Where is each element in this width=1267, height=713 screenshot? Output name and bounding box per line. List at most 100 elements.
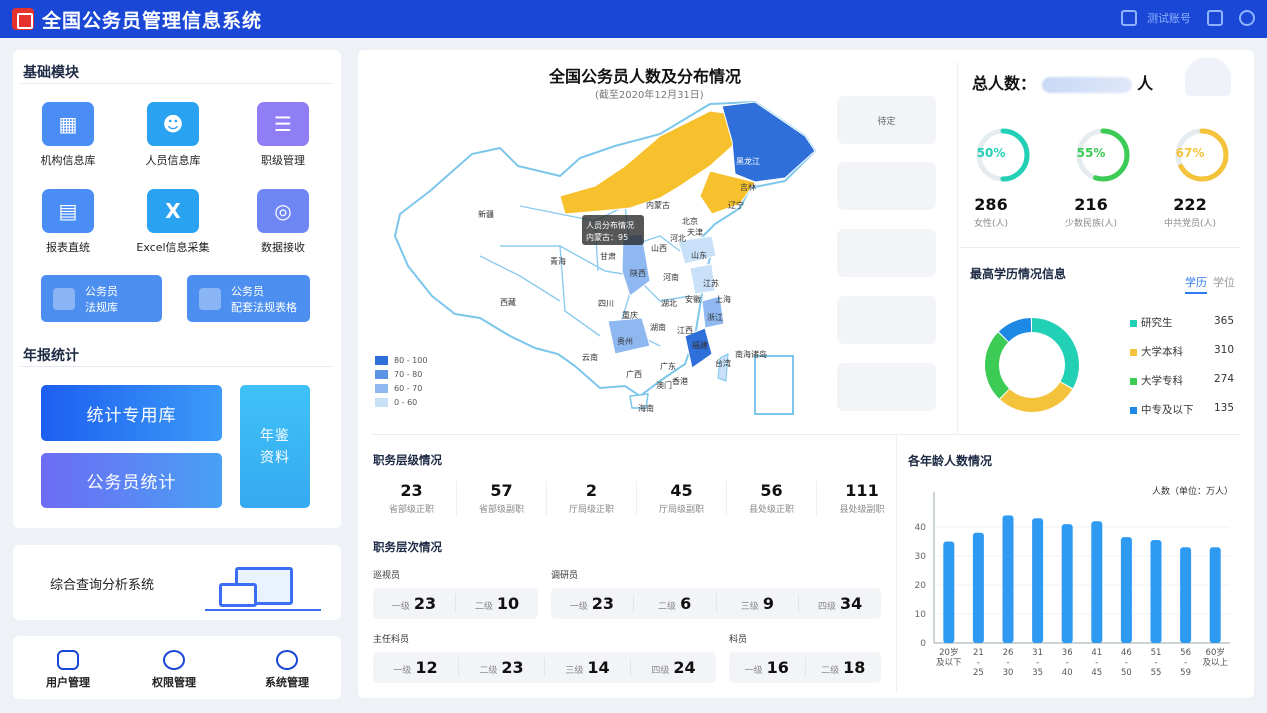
cube-logo-icon <box>12 8 34 30</box>
chip-key: 二级 <box>479 666 498 676</box>
china-map[interactable]: 新疆 西藏 青海 甘肃 内蒙古 黑龙江 吉林 辽宁 北京 天津 河北 山西 山东… <box>360 96 820 431</box>
module-data[interactable]: ◎ 数据接收 <box>238 189 328 255</box>
legend-swatch <box>1130 319 1137 327</box>
ranks-title: 职务层次情况 <box>373 540 442 554</box>
nav-label: 权限管理 <box>152 676 196 689</box>
level-label: 省部级副职 <box>478 505 524 515</box>
module-report[interactable]: ▤ 报表直统 <box>23 189 113 255</box>
nav-label: 用户管理 <box>46 676 90 689</box>
region-label: 台湾 <box>715 358 731 368</box>
basic-module-title: 基础模块 <box>23 65 79 81</box>
donut-segment[interactable] <box>998 318 1032 342</box>
donut-segment[interactable] <box>985 332 1010 399</box>
x-tick-label: 50 <box>1121 668 1132 678</box>
age-bar[interactable] <box>1209 547 1221 643</box>
age-bar[interactable] <box>943 541 955 644</box>
ring-label: 女性(人) <box>973 219 1009 229</box>
yearbook-label: 年鉴资料 <box>260 427 290 466</box>
ring-value: 222 <box>1173 195 1207 214</box>
age-bar[interactable] <box>1150 540 1162 643</box>
region-label: 北京 <box>682 216 698 226</box>
age-bar[interactable] <box>972 532 984 643</box>
save-icon[interactable] <box>1207 10 1223 26</box>
tab-education[interactable]: 学历 <box>1185 274 1207 294</box>
module-panel: 基础模块 ▦ 机构信息库 ☻ 人员信息库 ☰ 职级管理 ▤ 报表直统 X Exc… <box>13 50 341 528</box>
system-icon <box>276 650 298 670</box>
civil-stats-button[interactable]: 公务员统计 <box>41 453 222 508</box>
region-label: 青海 <box>550 256 566 266</box>
legend-label: 70 - 80 <box>394 370 423 379</box>
stats-library-button[interactable]: 统计专用库 <box>41 385 222 441</box>
module-org[interactable]: ▦ 机构信息库 <box>23 102 113 168</box>
module-rank[interactable]: ☰ 职级管理 <box>238 102 328 168</box>
excel-icon: X <box>147 189 199 233</box>
chip-value: 23 <box>591 594 615 613</box>
age-bar[interactable] <box>1091 521 1103 643</box>
nav-label: 系统管理 <box>265 676 309 689</box>
age-bar[interactable] <box>1061 524 1073 643</box>
level-cell: 45 厅局级副职 <box>637 481 727 515</box>
level-value: 56 <box>760 481 783 500</box>
supporting-regulation-button[interactable]: 公务员 配套法规表格 <box>187 275 310 322</box>
region-label: 南海诸岛 <box>735 349 767 359</box>
yearbook-button[interactable]: 年鉴资料 <box>240 385 310 508</box>
stats-lib-label: 统计专用库 <box>86 405 177 426</box>
level-label: 县处级副职 <box>839 505 885 515</box>
chip-key: 一级 <box>569 602 588 612</box>
module-excel[interactable]: X Excel信息采集 <box>128 189 218 255</box>
empty-card[interactable] <box>837 229 936 277</box>
account-label[interactable]: 测试账号 <box>1147 10 1191 26</box>
tab-degree[interactable]: 学位 <box>1213 274 1235 290</box>
region-label: 河北 <box>670 233 686 243</box>
region-label: 山西 <box>651 243 667 253</box>
total-text: 总人数： <box>972 74 1037 93</box>
chip-key: 一级 <box>393 666 412 676</box>
inspector-chips: 一级 23 二级 10 <box>373 588 538 619</box>
donut-segment[interactable] <box>1000 381 1073 412</box>
chief-chips: 一级 12 二级 23 三级 14 四级 24 <box>373 652 716 683</box>
map-tooltip-title: 人员分布情况 <box>586 220 634 230</box>
x-tick-label: 及以上 <box>1202 658 1228 668</box>
region-label: 辽宁 <box>728 200 744 210</box>
x-tick-label: - <box>977 658 980 668</box>
x-tick-label: 46 <box>1121 648 1132 658</box>
rank-chip: 三级 14 <box>545 658 631 677</box>
info-icon[interactable] <box>1239 10 1255 26</box>
empty-card[interactable] <box>837 162 936 210</box>
x-tick-label: 26 <box>1003 648 1014 658</box>
level-cell: 23 省部级正职 <box>367 481 457 515</box>
researcher-label: 调研员 <box>551 571 579 581</box>
system-management-button[interactable]: 系统管理 <box>247 650 327 690</box>
legend-item[interactable]: 60 - 70 <box>375 384 427 393</box>
module-label: 职级管理 <box>261 154 305 167</box>
grid-icon[interactable] <box>1121 10 1137 26</box>
empty-card[interactable] <box>837 296 936 344</box>
legend-item[interactable]: 80 - 100 <box>375 356 427 365</box>
region-heilongjiang <box>721 101 816 183</box>
module-person[interactable]: ☻ 人员信息库 <box>128 102 218 168</box>
legend-swatch <box>375 370 388 379</box>
edu-row: 大学本科 310 <box>1130 344 1234 359</box>
education-donut[interactable] <box>977 310 1087 420</box>
legend-item[interactable]: 0 - 60 <box>375 398 427 407</box>
chip-value: 9 <box>762 594 774 613</box>
chip-value: 12 <box>415 658 438 677</box>
user-management-button[interactable]: 用户管理 <box>28 650 108 690</box>
y-tick-label: 30 <box>915 552 927 562</box>
age-bar-chart[interactable]: 01020304020岁及以下21-2526-3031-3536-4041-45… <box>900 490 1240 690</box>
age-bar[interactable] <box>1032 518 1044 643</box>
x-tick-label: 51 <box>1151 648 1162 658</box>
ring-female: 50% 286 女性(人) <box>963 127 1043 229</box>
age-bar[interactable] <box>1180 547 1192 643</box>
person-card-icon: ☻ <box>147 102 199 146</box>
age-bar[interactable] <box>1002 515 1014 643</box>
empty-card[interactable] <box>837 363 936 411</box>
permission-management-button[interactable]: 权限管理 <box>134 650 214 690</box>
regulation-button[interactable]: 公务员 法规库 <box>41 275 162 322</box>
pending-card[interactable]: 待定 <box>837 96 936 144</box>
legend-swatch <box>375 356 388 365</box>
donut-segment[interactable] <box>1031 318 1079 389</box>
age-bar[interactable] <box>1120 537 1132 643</box>
legend-item[interactable]: 70 - 80 <box>375 370 427 379</box>
query-panel[interactable]: 综合查询分析系统 <box>13 545 341 620</box>
